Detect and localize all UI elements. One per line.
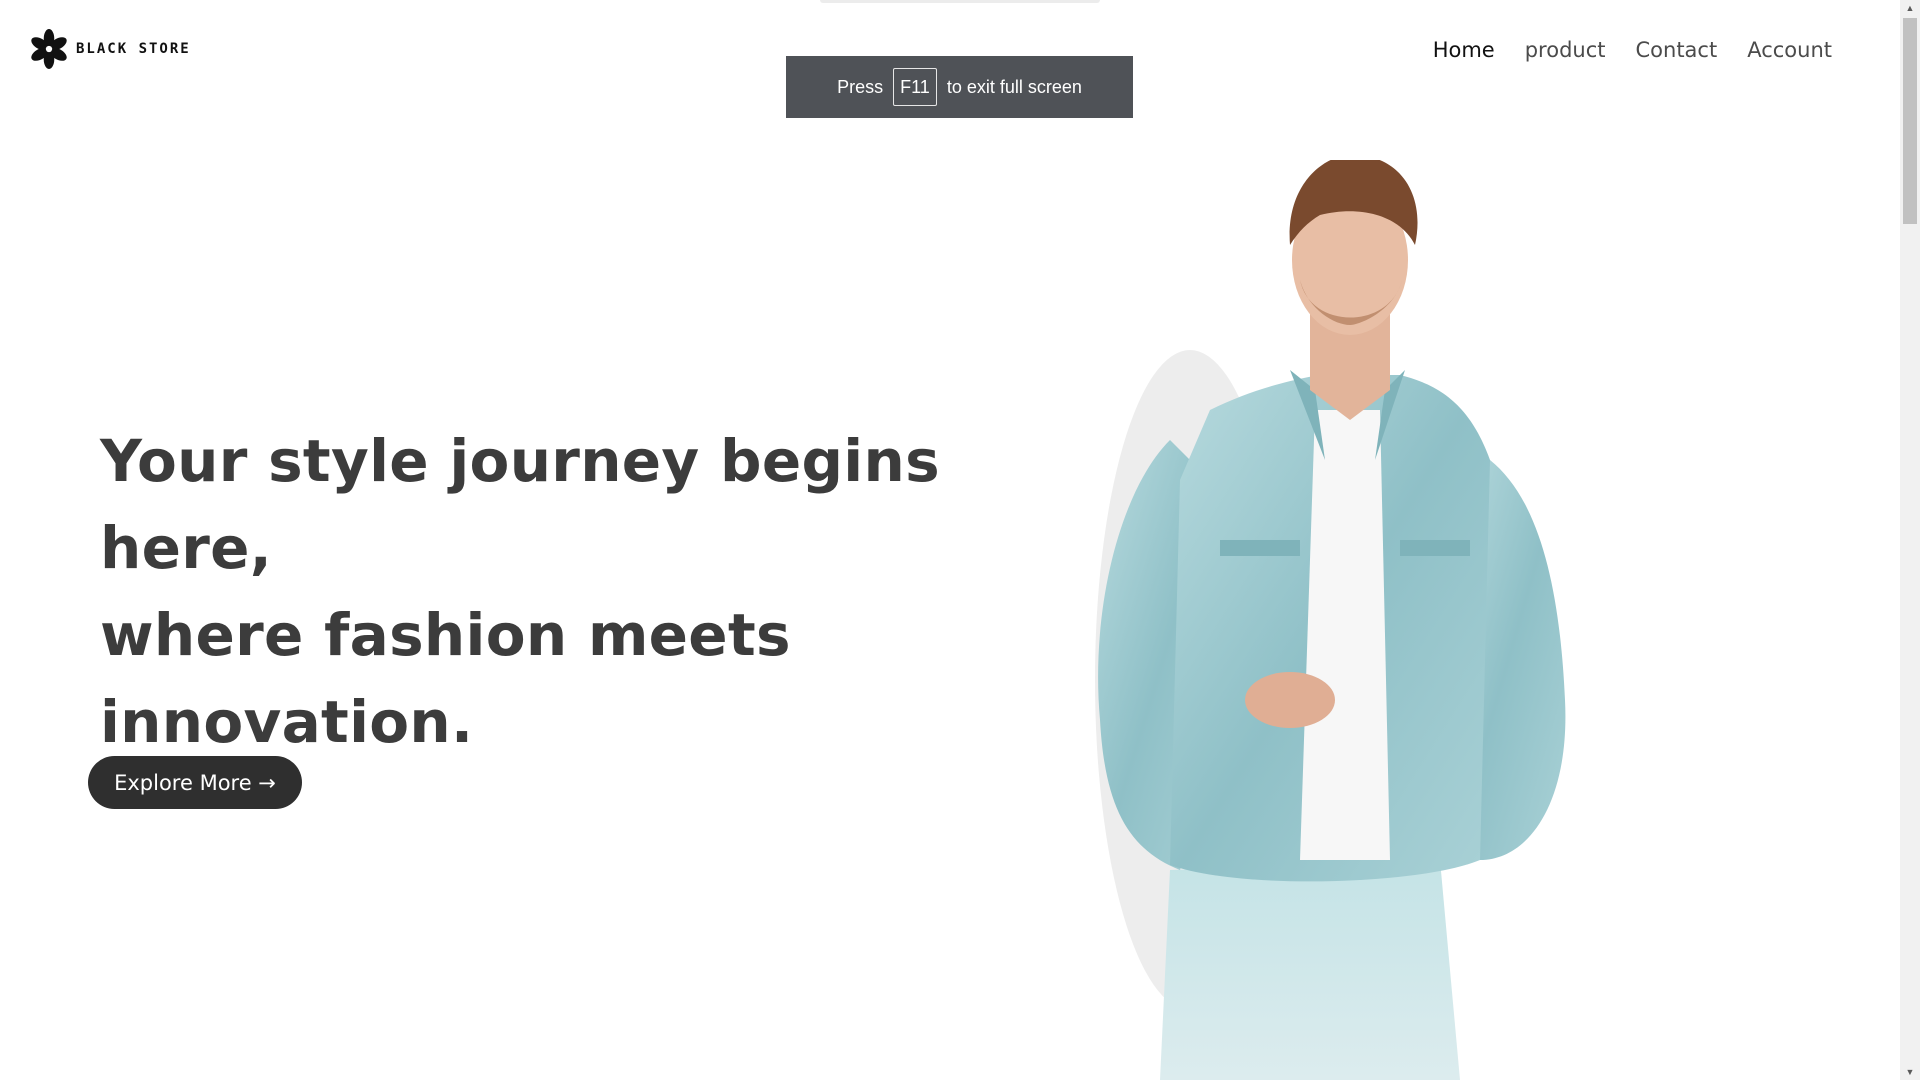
nav-home[interactable]: Home [1433, 38, 1495, 62]
fullscreen-notice: Press F11 to exit full screen [786, 56, 1133, 118]
nav-account[interactable]: Account [1747, 38, 1832, 62]
vertical-scrollbar[interactable]: ▲ ▼ [1900, 0, 1920, 1080]
nav-contact[interactable]: Contact [1636, 38, 1718, 62]
nav-product[interactable]: product [1525, 38, 1606, 62]
scroll-thumb[interactable] [1903, 18, 1917, 224]
brand-logo[interactable]: BLACK STORE [28, 28, 191, 70]
flower-icon [31, 29, 67, 69]
scroll-down-arrow-icon[interactable]: ▼ [1900, 1064, 1920, 1080]
fullscreen-top-tab [820, 0, 1100, 3]
hero-title-line: where fashion meets [100, 601, 791, 669]
model-illustration [1095, 160, 1566, 1080]
hero-title-line: Your style journey begins here, [100, 427, 940, 582]
hero-title: Your style journey begins here, where fa… [100, 418, 1020, 766]
fullscreen-notice-after: to exit full screen [946, 76, 1082, 97]
hero-model-image [1060, 160, 1620, 1080]
page: BLACK STORE Home product Contact Account… [0, 0, 1900, 1080]
scroll-up-arrow-icon[interactable]: ▲ [1900, 0, 1920, 16]
hero-title-line: innovation. [100, 688, 474, 756]
main-nav: Home product Contact Account [1433, 38, 1832, 62]
fullscreen-key: F11 [893, 68, 937, 106]
explore-more-button[interactable]: Explore More → [88, 756, 302, 809]
fullscreen-notice-before: Press [837, 76, 884, 97]
brand-name: BLACK STORE [76, 41, 191, 57]
